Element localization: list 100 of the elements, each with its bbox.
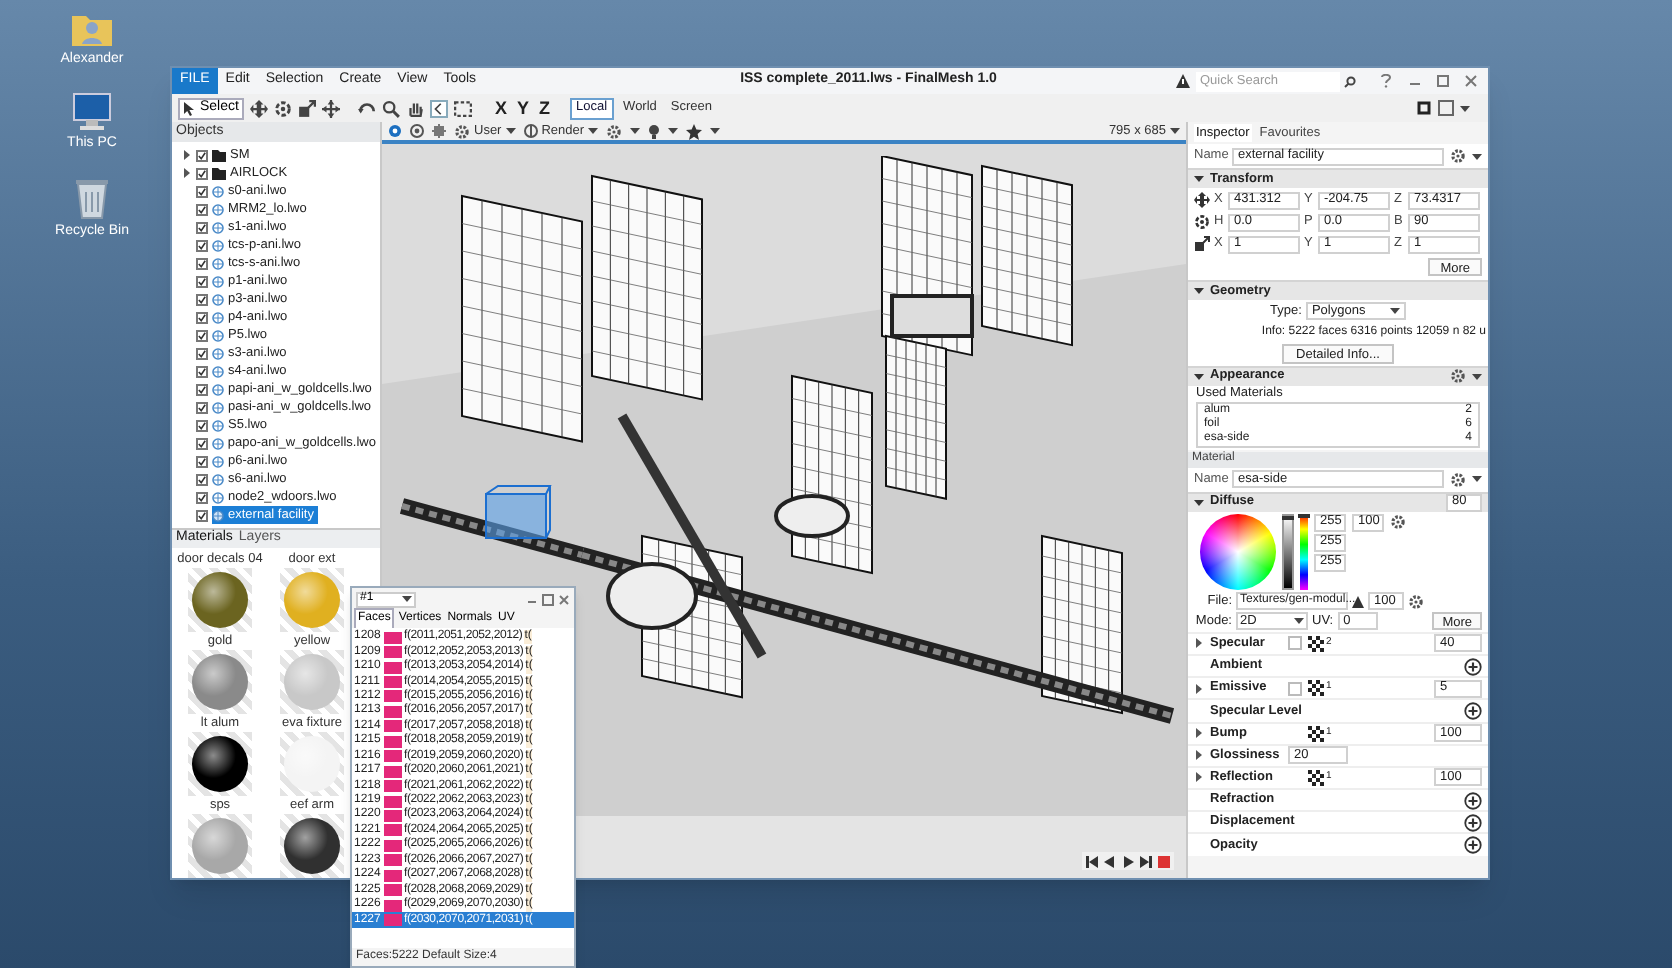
color-swatch[interactable] [1288, 636, 1302, 651]
frame-icon[interactable] [1438, 100, 1454, 116]
checkbox[interactable] [196, 329, 208, 341]
zoom-icon[interactable] [382, 99, 401, 117]
close-icon[interactable] [558, 593, 570, 605]
station-module [606, 562, 698, 630]
brightness-thumb[interactable] [1282, 515, 1294, 520]
checkbox[interactable] [196, 167, 208, 179]
checkbox[interactable] [196, 491, 208, 503]
checker-texture-icon[interactable] [1308, 769, 1324, 786]
checker-texture-icon[interactable] [1308, 635, 1324, 652]
checkbox[interactable] [196, 275, 208, 287]
checkbox[interactable] [196, 473, 208, 485]
add-circle-icon[interactable] [1464, 813, 1482, 832]
hue-slider[interactable] [1300, 513, 1308, 590]
mesh-icon [212, 401, 224, 413]
checkbox[interactable] [196, 149, 208, 161]
caret-icon[interactable] [505, 128, 516, 134]
gear-icon[interactable] [1450, 148, 1466, 164]
expand-triangle-icon[interactable] [1194, 286, 1204, 296]
maximize-icon[interactable] [1436, 74, 1450, 88]
caret-icon[interactable] [402, 596, 412, 602]
scale-icon[interactable] [298, 99, 317, 117]
checker-texture-icon[interactable] [1308, 725, 1324, 742]
caret-icon[interactable] [710, 128, 721, 134]
move-icon[interactable] [322, 99, 341, 117]
move-icon[interactable] [250, 99, 269, 117]
collapse-triangle-icon[interactable] [1194, 638, 1204, 649]
checkbox[interactable] [196, 203, 208, 215]
hue-thumb[interactable] [1298, 513, 1310, 518]
gear-icon[interactable] [1390, 514, 1406, 531]
checker-texture-icon[interactable] [1308, 680, 1324, 697]
target-icon[interactable] [410, 124, 424, 138]
caret-icon[interactable] [668, 128, 679, 134]
grid-icon[interactable] [432, 124, 446, 138]
checkbox[interactable] [196, 383, 208, 395]
caret-icon[interactable] [1389, 308, 1400, 315]
gear-icon[interactable] [1408, 593, 1424, 610]
record-icon[interactable] [1158, 855, 1170, 867]
checkbox[interactable] [196, 365, 208, 377]
axis-toggle[interactable]: X [492, 98, 509, 118]
collapse-triangle-icon[interactable] [182, 168, 192, 178]
search-icon[interactable] [1344, 75, 1356, 87]
hand-icon[interactable] [406, 99, 425, 117]
checkbox[interactable] [196, 221, 208, 233]
help-icon[interactable] [1380, 74, 1392, 88]
warning-icon[interactable] [1176, 74, 1190, 88]
star-icon[interactable] [686, 123, 703, 139]
checkmark-icon [198, 205, 206, 213]
caret-icon[interactable] [1472, 153, 1482, 159]
brightness-slider[interactable] [1282, 513, 1294, 590]
checkbox[interactable] [196, 185, 208, 197]
collapse-triangle-icon[interactable] [1194, 683, 1204, 694]
rotate-icon[interactable] [274, 99, 293, 117]
selection-box[interactable] [482, 484, 554, 544]
collapse-triangle-icon[interactable] [182, 150, 192, 160]
camera-settings-icon[interactable] [454, 123, 470, 139]
expand-triangle-icon[interactable] [1194, 371, 1204, 382]
expand-triangle-icon[interactable] [1194, 174, 1204, 184]
gear-icon[interactable] [606, 123, 623, 139]
camera-icon[interactable] [388, 124, 402, 138]
recycle-bin-icon[interactable] [74, 176, 110, 220]
color-wheel[interactable] [1200, 513, 1276, 590]
caret-icon[interactable] [1460, 105, 1470, 111]
close-icon[interactable] [1464, 74, 1478, 88]
gear-icon[interactable] [1450, 368, 1466, 385]
light-bulb-icon[interactable] [648, 123, 661, 139]
checkbox[interactable] [196, 347, 208, 359]
checkbox[interactable] [196, 293, 208, 305]
add-circle-icon[interactable] [1464, 657, 1482, 676]
playback-icon[interactable] [1140, 855, 1152, 867]
caret-icon[interactable] [588, 128, 599, 134]
checkbox[interactable] [196, 455, 208, 467]
checkbox[interactable] [196, 257, 208, 269]
caret-icon[interactable] [1472, 476, 1482, 483]
color-swatch[interactable] [1288, 681, 1302, 696]
checkbox[interactable] [196, 311, 208, 323]
axis-toggle[interactable]: Y [514, 98, 531, 118]
checkbox[interactable] [196, 401, 208, 413]
rectangle-select-icon[interactable] [454, 99, 473, 117]
add-circle-icon[interactable] [1464, 836, 1482, 855]
triangle-icon[interactable] [1352, 595, 1364, 608]
playback-icon[interactable] [1086, 855, 1098, 867]
gear-icon[interactable] [1450, 471, 1466, 488]
caret-icon[interactable] [630, 128, 641, 134]
expand-triangle-icon[interactable] [1194, 497, 1204, 508]
caret-icon[interactable] [1472, 373, 1482, 380]
computer-icon[interactable] [70, 92, 114, 132]
caret-icon[interactable] [1294, 618, 1304, 625]
checkbox[interactable] [196, 419, 208, 431]
checkbox[interactable] [196, 239, 208, 251]
caret-icon[interactable] [1170, 128, 1180, 134]
add-circle-icon[interactable] [1464, 791, 1482, 810]
maximize-icon[interactable] [542, 593, 554, 605]
panel-toggle-icon[interactable] [1416, 100, 1432, 116]
rotate-arrow-icon[interactable] [358, 99, 377, 117]
add-circle-icon[interactable] [1464, 701, 1482, 720]
axis-toggle[interactable]: Z [537, 98, 552, 118]
checkbox[interactable] [196, 509, 208, 521]
checkbox[interactable] [195, 437, 208, 449]
